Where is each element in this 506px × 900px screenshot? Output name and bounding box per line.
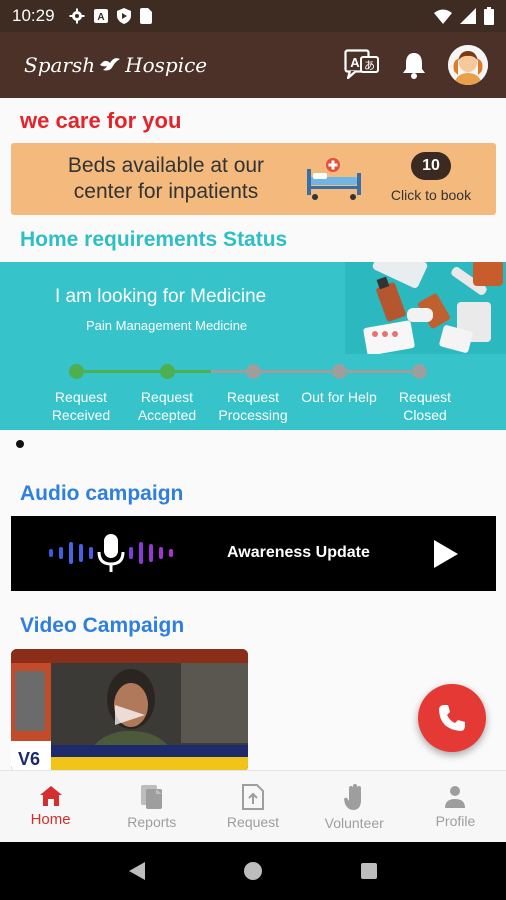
step-label-received: Request Received bbox=[51, 389, 111, 423]
step-dot-accepted bbox=[160, 364, 175, 379]
app-bar: Sparsh Hospice A あ bbox=[0, 32, 506, 98]
tagline: we care for you bbox=[20, 108, 182, 133]
video-campaign-title: Video Campaign bbox=[20, 614, 185, 637]
sim-card-icon bbox=[139, 8, 152, 24]
video-frame-image: V6 bbox=[11, 649, 248, 770]
request-subtitle: Pain Management Medicine bbox=[86, 318, 248, 333]
beds-available-card[interactable]: Beds available at our center for inpatie… bbox=[11, 143, 496, 215]
nav-volunteer-label: Volunteer bbox=[324, 814, 384, 831]
step-dot-closed bbox=[412, 364, 427, 379]
status-time: 10:29 bbox=[12, 6, 55, 25]
nav-profile[interactable]: Profile bbox=[405, 771, 506, 842]
step-dot-processing bbox=[246, 364, 261, 379]
svg-text:V6: V6 bbox=[18, 749, 40, 769]
home-content[interactable]: we care for you Beds available at our ce… bbox=[0, 98, 506, 770]
status-bar: 10:29 A bbox=[0, 0, 506, 32]
request-status-card[interactable]: I am looking for Medicine Pain Managemen… bbox=[0, 262, 506, 430]
recents-icon[interactable] bbox=[360, 862, 378, 880]
shield-icon bbox=[116, 8, 131, 24]
translate-icon[interactable]: A あ bbox=[344, 49, 380, 81]
step-dot-out-for-help bbox=[332, 364, 347, 379]
dove-icon bbox=[100, 58, 121, 71]
step-dot-received bbox=[69, 364, 84, 379]
play-icon[interactable] bbox=[432, 538, 460, 570]
battery-icon bbox=[484, 7, 494, 25]
wifi-icon bbox=[434, 9, 452, 24]
reports-icon bbox=[140, 784, 162, 809]
home-icon bbox=[39, 786, 62, 806]
hand-icon bbox=[344, 783, 362, 810]
request-progress-tracker: Request Received Request Accepted Reques… bbox=[0, 358, 506, 430]
audio-campaign-card[interactable]: Awareness Update bbox=[11, 516, 496, 591]
home-requirements-title: Home requirements Status bbox=[20, 228, 288, 251]
bell-icon[interactable] bbox=[402, 51, 426, 79]
nav-home[interactable]: Home bbox=[0, 771, 101, 842]
phone-icon bbox=[439, 705, 465, 731]
nav-profile-label: Profile bbox=[435, 812, 476, 829]
medicine-illustration bbox=[345, 262, 506, 354]
system-navigation-bar bbox=[0, 842, 506, 900]
signal-icon bbox=[460, 8, 476, 24]
carousel-indicator[interactable] bbox=[16, 440, 24, 448]
back-icon[interactable] bbox=[128, 861, 146, 881]
home-circle-icon[interactable] bbox=[243, 861, 263, 881]
call-fab-button[interactable] bbox=[418, 684, 486, 752]
person-icon bbox=[445, 785, 466, 808]
beds-count-badge: 10 bbox=[411, 152, 451, 180]
avatar-image bbox=[448, 45, 488, 85]
beds-text: Beds available at our center for inpatie… bbox=[67, 154, 265, 203]
step-label-accepted: Request Accepted bbox=[137, 389, 197, 423]
hospital-bed-icon bbox=[307, 158, 361, 200]
nav-volunteer[interactable]: Volunteer bbox=[304, 771, 405, 842]
nav-reports-label: Reports bbox=[127, 813, 177, 830]
progress-track-pending bbox=[211, 370, 421, 373]
step-label-out-for-help: Out for Help bbox=[301, 389, 377, 405]
bottom-navigation: Home Reports Request Volunteer Profile bbox=[0, 770, 506, 842]
request-title: I am looking for Medicine bbox=[55, 286, 267, 307]
step-label-closed: Request Closed bbox=[398, 389, 452, 423]
progress-track-done bbox=[77, 370, 211, 373]
video-campaign-thumbnail[interactable]: V6 bbox=[11, 649, 248, 770]
svg-text:A: A bbox=[97, 12, 104, 23]
svg-text:あ: あ bbox=[364, 59, 375, 72]
request-upload-icon bbox=[242, 783, 264, 810]
nav-request[interactable]: Request bbox=[202, 771, 303, 842]
logo-text-left: Sparsh bbox=[24, 53, 96, 77]
app-logo: Sparsh Hospice bbox=[24, 53, 207, 77]
click-to-book-link[interactable]: Click to book bbox=[387, 187, 475, 203]
step-label-processing: Request Processing bbox=[218, 389, 288, 423]
nav-reports[interactable]: Reports bbox=[101, 771, 202, 842]
audio-campaign-title: Audio campaign bbox=[20, 482, 184, 505]
nav-home-label: Home bbox=[30, 811, 71, 828]
microphone-waveform-icon bbox=[49, 534, 173, 572]
nav-request-label: Request bbox=[226, 813, 280, 830]
avatar[interactable] bbox=[448, 45, 488, 85]
logo-text-right: Hospice bbox=[125, 53, 208, 77]
audio-card-label: Awareness Update bbox=[227, 544, 370, 561]
a-badge-icon: A bbox=[93, 9, 108, 23]
gear-icon bbox=[69, 8, 85, 24]
svg-text:A: A bbox=[350, 55, 360, 70]
